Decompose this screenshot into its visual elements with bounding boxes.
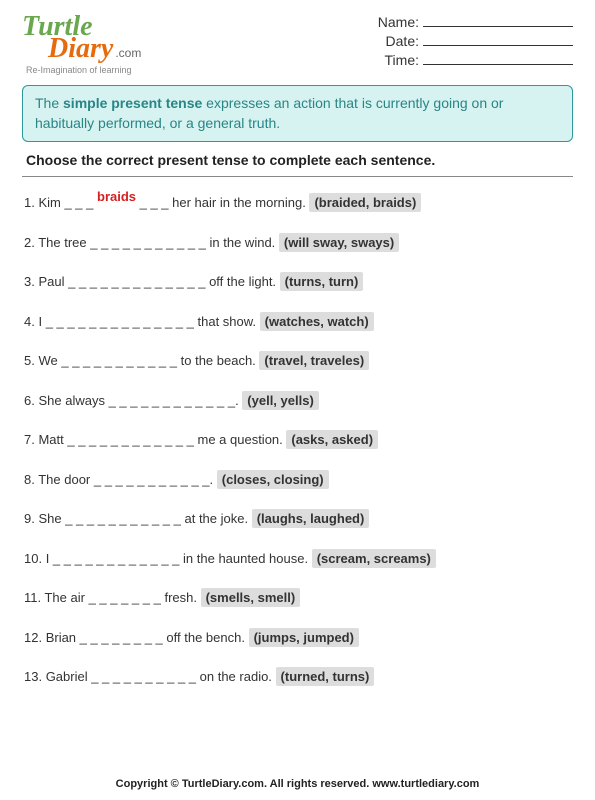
- q-pre: I: [46, 551, 53, 566]
- date-label: Date:: [386, 33, 419, 49]
- q-post: to the beach.: [177, 353, 259, 368]
- q-num: 2.: [24, 235, 38, 250]
- q-blank[interactable]: _ _ _ _ _ _ _ _ _ _ _ _: [109, 393, 236, 408]
- q-post: off the light.: [205, 274, 279, 289]
- q-pre: The door: [38, 472, 94, 487]
- q-pre: We: [38, 353, 61, 368]
- q-options: (smells, smell): [201, 588, 301, 607]
- q-options: (turned, turns): [276, 667, 375, 686]
- q-num: 6.: [24, 393, 38, 408]
- q-blank2[interactable]: _ _ _: [136, 195, 172, 210]
- meta-fields: Name: Date: Time:: [378, 14, 573, 71]
- q-options: (closes, closing): [217, 470, 329, 489]
- question-row: 4. I _ _ _ _ _ _ _ _ _ _ _ _ _ _ that sh…: [22, 302, 573, 342]
- time-input-line[interactable]: [423, 64, 573, 65]
- name-input-line[interactable]: [423, 26, 573, 27]
- q-options: (will sway, sways): [279, 233, 399, 252]
- q-options: (jumps, jumped): [249, 628, 359, 647]
- question-row: 13. Gabriel _ _ _ _ _ _ _ _ _ _ on the r…: [22, 657, 573, 697]
- q-blank[interactable]: _ _ _ _ _ _ _ _ _ _ _: [61, 353, 177, 368]
- logo-suffix: .com: [115, 46, 141, 60]
- q-blank[interactable]: _ _ _ _ _ _ _ _ _ _ _ _: [67, 432, 194, 447]
- q-post: me a question.: [194, 432, 287, 447]
- q-post: in the wind.: [206, 235, 279, 250]
- question-row: 3. Paul _ _ _ _ _ _ _ _ _ _ _ _ _ off th…: [22, 262, 573, 302]
- question-row: 10. I _ _ _ _ _ _ _ _ _ _ _ _ in the hau…: [22, 539, 573, 579]
- q-num: 4.: [24, 314, 38, 329]
- info-bold: simple present tense: [63, 95, 202, 111]
- name-label: Name:: [378, 14, 419, 30]
- q-pre: She always: [38, 393, 108, 408]
- q-num: 7.: [24, 432, 38, 447]
- q-blank[interactable]: _ _ _ _ _ _ _ _ _ _ _ _: [53, 551, 180, 566]
- question-row: 8. The door _ _ _ _ _ _ _ _ _ _ _. (clos…: [22, 460, 573, 500]
- q-num: 8.: [24, 472, 38, 487]
- question-row: 9. She _ _ _ _ _ _ _ _ _ _ _ at the joke…: [22, 499, 573, 539]
- q-pre: Paul: [38, 274, 68, 289]
- info-box: The simple present tense expresses an ac…: [22, 85, 573, 142]
- divider: [22, 176, 573, 177]
- q-num: 12.: [24, 630, 46, 645]
- q-blank[interactable]: _ _ _ _ _ _ _ _ _ _: [91, 669, 196, 684]
- q-num: 3.: [24, 274, 38, 289]
- q-pre: I: [38, 314, 45, 329]
- question-row: 1. Kim _ _ _ braids _ _ _ her hair in th…: [22, 183, 573, 223]
- question-row: 7. Matt _ _ _ _ _ _ _ _ _ _ _ _ me a que…: [22, 420, 573, 460]
- question-row: 11. The air _ _ _ _ _ _ _ fresh. (smells…: [22, 578, 573, 618]
- q-options: (scream, screams): [312, 549, 436, 568]
- q-blank[interactable]: _ _ _: [64, 195, 97, 210]
- q-blank[interactable]: _ _ _ _ _ _ _ _ _ _ _ _ _: [68, 274, 205, 289]
- q-pre: Gabriel: [46, 669, 92, 684]
- q-post: her hair in the morning.: [172, 195, 309, 210]
- q-num: 13.: [24, 669, 46, 684]
- q-answer: braids: [97, 189, 136, 204]
- q-blank[interactable]: _ _ _ _ _ _ _ _: [80, 630, 163, 645]
- q-post: at the joke.: [181, 511, 252, 526]
- q-options: (turns, turn): [280, 272, 364, 291]
- q-blank[interactable]: _ _ _ _ _ _ _: [89, 590, 161, 605]
- question-row: 5. We _ _ _ _ _ _ _ _ _ _ _ to the beach…: [22, 341, 573, 381]
- logo: Turtle Diary.com Re-Imagination of learn…: [22, 14, 141, 75]
- question-row: 2. The tree _ _ _ _ _ _ _ _ _ _ _ in the…: [22, 223, 573, 263]
- q-num: 9.: [24, 511, 38, 526]
- q-post: on the radio.: [196, 669, 276, 684]
- q-pre: Brian: [46, 630, 80, 645]
- q-pre: The air: [44, 590, 88, 605]
- logo-word2: Diary: [48, 33, 113, 64]
- q-pre: The tree: [38, 235, 90, 250]
- question-row: 12. Brian _ _ _ _ _ _ _ _ off the bench.…: [22, 618, 573, 658]
- q-post: fresh.: [161, 590, 201, 605]
- q-num: 5.: [24, 353, 38, 368]
- q-options: (travel, traveles): [259, 351, 369, 370]
- q-num: 11.: [24, 590, 44, 605]
- questions-list: 1. Kim _ _ _ braids _ _ _ her hair in th…: [22, 183, 573, 772]
- q-post: off the bench.: [163, 630, 249, 645]
- q-pre: Kim: [38, 195, 64, 210]
- q-blank[interactable]: _ _ _ _ _ _ _ _ _ _ _: [90, 235, 206, 250]
- q-num: 10.: [24, 551, 46, 566]
- instruction: Choose the correct present tense to comp…: [22, 152, 573, 174]
- question-row: 6. She always _ _ _ _ _ _ _ _ _ _ _ _. (…: [22, 381, 573, 421]
- q-blank[interactable]: _ _ _ _ _ _ _ _ _ _ _: [94, 472, 210, 487]
- q-blank[interactable]: _ _ _ _ _ _ _ _ _ _ _ _ _ _: [46, 314, 194, 329]
- q-options: (laughs, laughed): [252, 509, 370, 528]
- logo-tagline: Re-Imagination of learning: [26, 65, 141, 75]
- q-post: that show.: [194, 314, 260, 329]
- time-label: Time:: [385, 52, 419, 68]
- q-pre: She: [38, 511, 65, 526]
- q-blank[interactable]: _ _ _ _ _ _ _ _ _ _ _: [65, 511, 181, 526]
- q-post: .: [210, 472, 217, 487]
- date-input-line[interactable]: [423, 45, 573, 46]
- q-options: (asks, asked): [286, 430, 378, 449]
- header: Turtle Diary.com Re-Imagination of learn…: [22, 14, 573, 75]
- info-prefix: The: [35, 95, 63, 111]
- q-options: (braided, braids): [309, 193, 421, 212]
- footer: Copyright © TurtleDiary.com. All rights …: [22, 772, 573, 790]
- q-pre: Matt: [38, 432, 67, 447]
- q-options: (yell, yells): [242, 391, 318, 410]
- q-num: 1.: [24, 195, 38, 210]
- q-options: (watches, watch): [260, 312, 374, 331]
- q-post: in the haunted house.: [179, 551, 311, 566]
